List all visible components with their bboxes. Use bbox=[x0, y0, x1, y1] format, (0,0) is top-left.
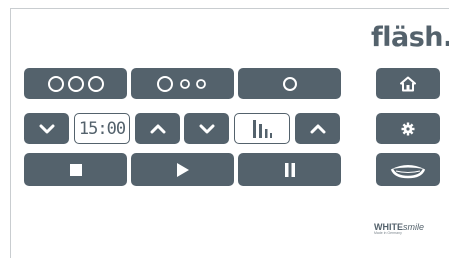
settings-button[interactable] bbox=[376, 113, 440, 144]
chevron-up-icon bbox=[310, 124, 325, 133]
stop-button[interactable] bbox=[24, 153, 127, 186]
play-button[interactable] bbox=[131, 153, 234, 186]
intensity-low-button[interactable] bbox=[238, 68, 341, 99]
flash-logo: fläsh. bbox=[371, 22, 449, 53]
intensity-high-button[interactable] bbox=[24, 68, 127, 99]
home-button[interactable] bbox=[376, 68, 440, 99]
pause-button[interactable] bbox=[238, 153, 341, 186]
stop-icon bbox=[69, 163, 82, 176]
chevron-up-icon bbox=[150, 124, 165, 133]
whitesmile-logo: WHITEsmile Made in Germany bbox=[374, 222, 424, 235]
gear-icon bbox=[401, 122, 415, 135]
level-up-button[interactable] bbox=[295, 113, 340, 144]
one-large-two-small-circles-icon bbox=[156, 75, 206, 92]
three-large-circles-icon bbox=[47, 75, 104, 92]
chevron-down-icon bbox=[39, 124, 54, 133]
time-down-button[interactable] bbox=[24, 113, 69, 144]
timer-display: 15:00 bbox=[74, 113, 130, 144]
chevron-down-icon bbox=[199, 124, 214, 133]
play-icon bbox=[176, 162, 189, 177]
time-up-button[interactable] bbox=[135, 113, 180, 144]
one-circle-icon bbox=[282, 76, 297, 91]
home-icon bbox=[400, 76, 416, 91]
tray-icon bbox=[390, 164, 426, 178]
tray-button[interactable] bbox=[376, 153, 440, 186]
level-display bbox=[234, 113, 290, 144]
bar-level-icon bbox=[253, 119, 272, 138]
timer-value: 15:00 bbox=[78, 118, 126, 139]
intensity-medium-button[interactable] bbox=[131, 68, 234, 99]
pause-icon bbox=[284, 162, 295, 177]
level-down-button[interactable] bbox=[184, 113, 229, 144]
